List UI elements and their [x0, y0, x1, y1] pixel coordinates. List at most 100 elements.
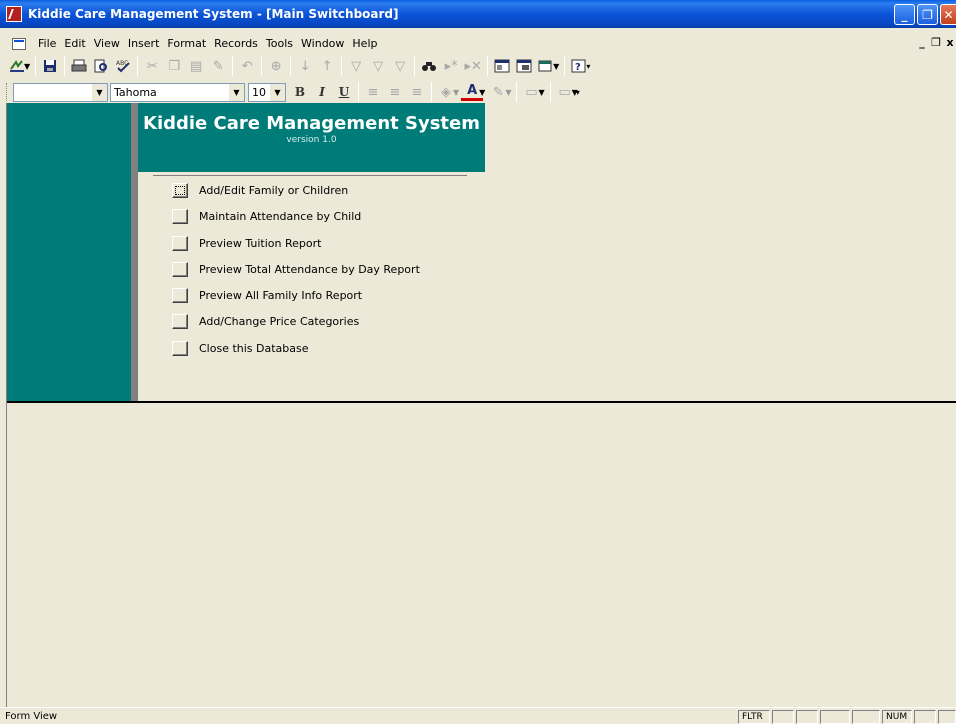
mdi-close-button[interactable]: x: [944, 35, 956, 49]
find-icon[interactable]: [418, 56, 440, 76]
font-name-arrow-icon[interactable]: ▼: [229, 83, 244, 101]
menu-window[interactable]: Window: [297, 37, 348, 50]
switchboard-button[interactable]: [172, 288, 188, 303]
minimize-button[interactable]: _: [894, 4, 915, 25]
switchboard-item-label[interactable]: Preview All Family Info Report: [199, 289, 362, 302]
menu-insert[interactable]: Insert: [124, 37, 164, 50]
switchboard-item-label[interactable]: Preview Tuition Report: [199, 237, 321, 250]
mdi-restore-button[interactable]: ❐: [930, 35, 942, 49]
menu-file[interactable]: File: [34, 37, 60, 50]
copy-icon[interactable]: ❐: [163, 56, 185, 76]
font-name-combo[interactable]: Tahoma ▼: [110, 82, 245, 102]
format-painter-icon[interactable]: ✎: [207, 56, 229, 76]
mdi-minimize-button[interactable]: _: [916, 35, 928, 49]
align-right-icon[interactable]: ≡: [406, 82, 428, 102]
switchboard-item-add-edit-family[interactable]: Add/Edit Family or Children: [172, 182, 348, 199]
delete-record-icon[interactable]: ▸✕: [462, 56, 484, 76]
switchboard-title: Kiddie Care Management System: [143, 113, 480, 134]
toolbar-separator: [431, 82, 432, 102]
access-app-icon[interactable]: [6, 6, 22, 22]
status-panel: [796, 710, 818, 724]
toolbar-separator: [261, 56, 263, 76]
switchboard-button[interactable]: [172, 183, 188, 198]
save-icon[interactable]: [39, 56, 61, 76]
switchboard-item-label[interactable]: Maintain Attendance by Child: [199, 210, 361, 223]
form-document-icon[interactable]: [12, 37, 26, 50]
line-color-arrow-icon[interactable]: ▼: [505, 88, 511, 97]
status-panel: [852, 710, 880, 724]
menu-edit[interactable]: Edit: [60, 37, 89, 50]
status-panel-num: NUM: [882, 710, 912, 724]
status-panel: [772, 710, 794, 724]
bold-button[interactable]: B: [289, 82, 311, 102]
toolbar-separator: [232, 56, 234, 76]
switchboard-item-label[interactable]: Preview Total Attendance by Day Report: [199, 263, 420, 276]
sort-descending-icon[interactable]: ↑: [316, 56, 338, 76]
properties-icon[interactable]: [491, 56, 513, 76]
switchboard-button[interactable]: [172, 262, 188, 277]
window-title-bar[interactable]: Kiddie Care Management System - [Main Sw…: [0, 0, 956, 28]
fill-color-arrow-icon[interactable]: ▼: [453, 88, 459, 97]
object-combo-arrow-icon[interactable]: ▼: [92, 83, 107, 101]
toolbar-options-arrow-icon[interactable]: ▾: [586, 62, 590, 71]
underline-button[interactable]: U: [333, 82, 355, 102]
switchboard-button[interactable]: [172, 341, 188, 356]
switchboard-side-panel: [7, 103, 131, 401]
switchboard-button[interactable]: [172, 209, 188, 224]
close-button[interactable]: ✕: [940, 4, 956, 25]
switchboard-item-preview-tuition[interactable]: Preview Tuition Report: [172, 235, 321, 252]
switchboard-button[interactable]: [172, 236, 188, 251]
database-window-icon[interactable]: [513, 56, 535, 76]
switchboard-button[interactable]: [172, 314, 188, 329]
object-combo[interactable]: ▼: [13, 82, 108, 102]
sort-ascending-icon[interactable]: ↓: [294, 56, 316, 76]
filter-by-selection-icon[interactable]: ▽: [345, 56, 367, 76]
switchboard-item-close-database[interactable]: Close this Database: [172, 340, 309, 357]
switchboard-item-label[interactable]: Close this Database: [199, 342, 309, 355]
font-size-combo[interactable]: 10 ▼: [248, 82, 286, 102]
switchboard-item-price-categories[interactable]: Add/Change Price Categories: [172, 313, 359, 330]
new-record-icon[interactable]: ▸*: [440, 56, 462, 76]
menu-tools[interactable]: Tools: [262, 37, 297, 50]
apply-filter-icon[interactable]: ▽: [389, 56, 411, 76]
switchboard-item-label[interactable]: Add/Change Price Categories: [199, 315, 359, 328]
view-dropdown-arrow-icon[interactable]: ▼: [24, 62, 30, 71]
undo-icon[interactable]: ↶: [236, 56, 258, 76]
status-panel: [820, 710, 850, 724]
paste-icon[interactable]: ▤: [185, 56, 207, 76]
menu-view[interactable]: View: [90, 37, 124, 50]
window-title: Kiddie Care Management System - [Main Sw…: [28, 7, 399, 21]
font-color-arrow-icon[interactable]: ▼: [479, 88, 485, 97]
switchboard-item-label[interactable]: Add/Edit Family or Children: [199, 184, 348, 197]
status-panel-fltr: FLTR: [738, 710, 770, 724]
menu-records[interactable]: Records: [210, 37, 262, 50]
status-panel: [938, 710, 956, 724]
mdi-left-border: [0, 103, 7, 707]
restore-button[interactable]: ❐: [917, 4, 938, 25]
switchboard-item-preview-total-attendance[interactable]: Preview Total Attendance by Day Report: [172, 261, 420, 278]
menu-help[interactable]: Help: [348, 37, 381, 50]
italic-button[interactable]: I: [311, 82, 333, 102]
toolbar2-options-arrow-icon[interactable]: ▾: [576, 88, 580, 97]
toolbar-separator: [137, 56, 139, 76]
switchboard-item-preview-family-info[interactable]: Preview All Family Info Report: [172, 287, 362, 304]
print-icon[interactable]: [68, 56, 90, 76]
menu-format[interactable]: Format: [163, 37, 210, 50]
font-size-arrow-icon[interactable]: ▼: [270, 83, 285, 101]
align-left-icon[interactable]: ≡: [362, 82, 384, 102]
align-center-icon[interactable]: ≡: [384, 82, 406, 102]
toolbar-grip[interactable]: [6, 83, 9, 101]
toolbar-separator: [341, 56, 343, 76]
line-width-arrow-icon[interactable]: ▼: [538, 88, 544, 97]
print-preview-icon[interactable]: [90, 56, 112, 76]
spelling-icon[interactable]: ABC: [112, 56, 134, 76]
cut-icon[interactable]: ✂: [141, 56, 163, 76]
new-object-dropdown-arrow-icon[interactable]: ▼: [553, 62, 559, 71]
filter-by-form-icon[interactable]: ▽: [367, 56, 389, 76]
hyperlink-icon[interactable]: ⊕: [265, 56, 287, 76]
toolbar-separator: [564, 56, 566, 76]
status-bar: Form View FLTR NUM: [0, 707, 956, 724]
toolbar-separator: [290, 56, 292, 76]
switchboard-item-maintain-attendance[interactable]: Maintain Attendance by Child: [172, 208, 361, 225]
status-text: Form View: [5, 710, 58, 722]
